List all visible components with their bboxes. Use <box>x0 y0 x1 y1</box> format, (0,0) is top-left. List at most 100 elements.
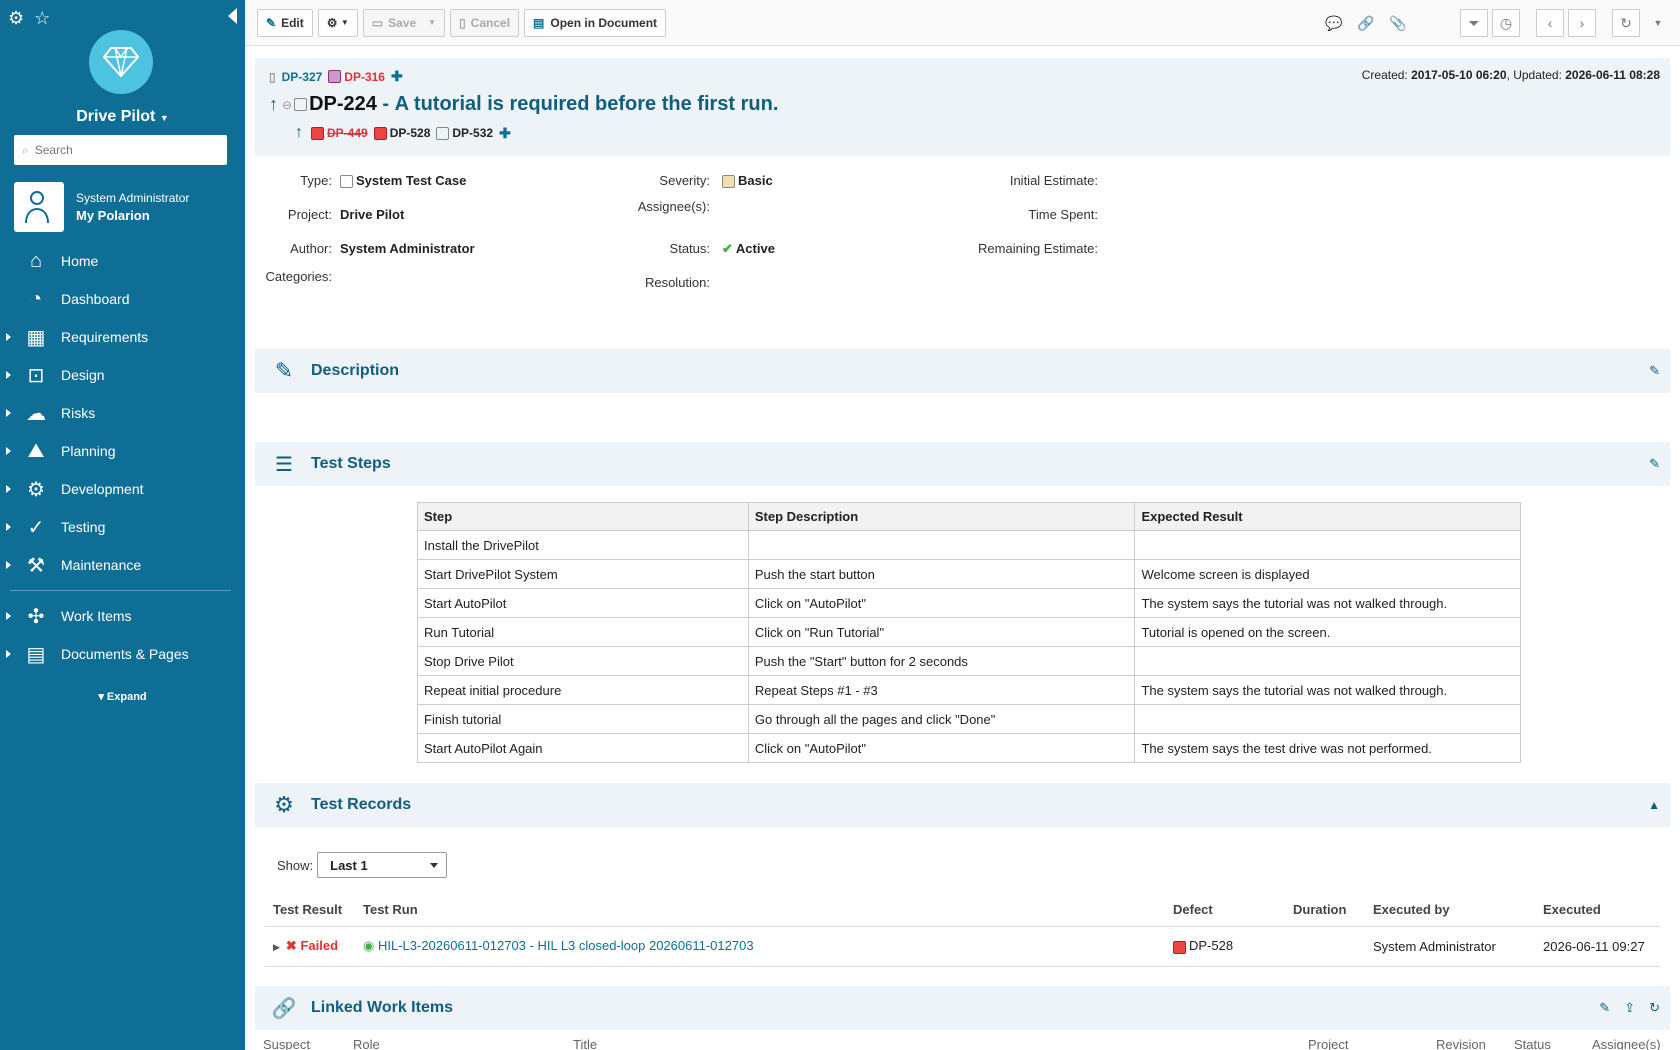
expand-row-icon[interactable]: ▶ <box>273 942 280 952</box>
table-row[interactable]: ▶ ✖ Failed ◉ HIL-L3-20260611-012703 - HIL… <box>265 926 1660 967</box>
expand-button[interactable]: ▾ Expand <box>0 690 245 703</box>
sidebar-item-home[interactable]: ⌂ Home <box>0 242 245 280</box>
sidebar-item-development[interactable]: ⚙ Development <box>0 470 245 508</box>
parent-link[interactable]: DP-327 <box>282 70 323 84</box>
col-executed[interactable]: Executed <box>1535 894 1660 927</box>
severity-value[interactable]: Basic <box>722 173 773 189</box>
refresh-icon[interactable]: ↻ <box>1649 1000 1660 1016</box>
expand-arrow-icon[interactable] <box>6 650 11 658</box>
parent-link[interactable]: DP-316 <box>344 70 385 84</box>
col-suspect[interactable]: Suspect <box>255 1034 345 1050</box>
sidebar-item-testing[interactable]: ✓ Testing <box>0 508 245 546</box>
open-in-document-button[interactable]: ▤ Open in Document <box>524 8 667 37</box>
sidebar: ⚙ ☆ Drive Pilot ▼ ⌕ System Administrator… <box>0 0 245 1050</box>
test-run-link[interactable]: HIL-L3-20260611-012703 - HIL L3 closed-l… <box>378 938 754 953</box>
expand-arrow-icon[interactable] <box>6 523 11 531</box>
test-run-status-icon: ◉ <box>363 938 375 953</box>
project-switcher[interactable]: Drive Pilot ▼ <box>0 108 245 126</box>
expand-arrow-icon[interactable] <box>6 333 11 341</box>
col-role[interactable]: Role <box>345 1034 565 1050</box>
chevron-down-icon[interactable]: ▼ <box>1644 9 1672 37</box>
col-assignees[interactable]: Assignee(s) <box>1584 1034 1670 1050</box>
sidebar-item-work-items[interactable]: ✣ Work Items <box>0 597 245 635</box>
child-link[interactable]: DP-528 <box>390 126 431 140</box>
col-status[interactable]: Status <box>1506 1034 1584 1050</box>
collapse-up-icon[interactable]: ▲ <box>1648 798 1660 812</box>
edit-pencil-icon[interactable]: ✎ <box>1599 1000 1610 1016</box>
add-link-icon[interactable]: ✚ <box>391 68 403 85</box>
avatar[interactable] <box>14 182 64 232</box>
description-section: ✎ Description ✎ <box>255 349 1670 393</box>
star-icon[interactable]: ☆ <box>34 8 50 29</box>
sidebar-item-design[interactable]: ⊡ Design <box>0 356 245 394</box>
comment-icon[interactable]: 💬 <box>1320 9 1348 37</box>
previous-icon[interactable]: ‹ <box>1536 9 1564 37</box>
child-link[interactable]: DP-449 <box>327 126 368 140</box>
type-value[interactable]: System Test Case <box>340 173 466 189</box>
edit-button[interactable]: ✎ Edit <box>257 8 313 37</box>
chevron-down-icon <box>430 863 439 868</box>
nav-separator <box>10 590 231 591</box>
expand-arrow-icon[interactable] <box>6 447 11 455</box>
expand-arrow-icon[interactable] <box>6 371 11 379</box>
up-arrow-icon[interactable]: ↑ <box>295 124 303 142</box>
test-steps-section: ☰ Test Steps ✎ <box>255 442 1670 486</box>
share-icon[interactable]: ⇪ <box>1624 1000 1635 1016</box>
save-button[interactable]: ▭ Save ▼ <box>362 8 446 37</box>
planning-icon: ⛰ <box>27 439 45 462</box>
child-link[interactable]: DP-532 <box>452 126 493 140</box>
next-icon[interactable]: › <box>1568 9 1596 37</box>
gear-icon[interactable]: ⚙ <box>8 8 24 29</box>
chevron-down-icon[interactable]: ▼ <box>428 18 436 27</box>
user-block[interactable]: System Administrator My Polarion <box>14 182 189 232</box>
attachment-icon[interactable]: 📎 <box>1384 9 1412 37</box>
defect-icon <box>1173 940 1186 954</box>
created-label: Created: <box>1361 68 1408 82</box>
col-test-result[interactable]: Test Result <box>265 894 355 927</box>
history-icon[interactable]: ◷ <box>1492 9 1520 37</box>
filter-icon[interactable]: ⏷ <box>1460 9 1488 37</box>
col-project[interactable]: Project <box>1300 1034 1428 1050</box>
sidebar-item-dashboard[interactable]: ◔ Dashboard <box>0 280 245 318</box>
search-input[interactable] <box>34 143 205 157</box>
project-logo-diamond-icon[interactable] <box>89 30 153 94</box>
col-executed-by[interactable]: Executed by <box>1365 894 1535 927</box>
edit-pencil-icon[interactable]: ✎ <box>1649 363 1660 379</box>
actions-button[interactable]: ⚙ ▼ <box>317 8 358 37</box>
add-link-icon[interactable]: ✚ <box>499 125 511 142</box>
table-row: Start AutoPilot Click on "AutoPilot" The s… <box>417 588 1521 618</box>
sidebar-item-maintenance[interactable]: ⚒ Maintenance <box>0 546 245 584</box>
status-value[interactable]: ✔ Active <box>722 241 775 257</box>
refresh-icon[interactable]: ↻ <box>1612 9 1640 37</box>
my-polarion-link[interactable]: My Polarion <box>76 208 189 223</box>
expand-arrow-icon[interactable] <box>6 485 11 493</box>
col-revision[interactable]: Revision <box>1428 1034 1506 1050</box>
show-select[interactable]: Last 1 <box>317 852 448 878</box>
edit-pencil-icon[interactable]: ✎ <box>1649 456 1660 472</box>
duration <box>1285 926 1365 967</box>
col-title[interactable]: Title <box>565 1034 1300 1050</box>
collapse-sidebar-icon[interactable] <box>228 8 237 24</box>
sidebar-item-label: Work Items <box>61 608 132 624</box>
main-panel: ✎ Edit ⚙ ▼ ▭ Save ▼ ▯ Cancel ▤ Open in Docume… <box>245 0 1680 1050</box>
up-arrow-icon[interactable]: ↑ <box>269 94 278 115</box>
sidebar-item-documents-pages[interactable]: ▤ Documents & Pages <box>0 635 245 673</box>
development-icon: ⚙ <box>27 478 45 501</box>
expand-arrow-icon[interactable] <box>6 561 11 569</box>
sidebar-item-risks[interactable]: ☁ Risks <box>0 394 245 432</box>
defect-link[interactable]: DP-528 <box>1189 938 1233 953</box>
sidebar-item-requirements[interactable]: ▦ Requirements <box>0 318 245 356</box>
cancel-button[interactable]: ▯ Cancel <box>450 8 520 37</box>
show-label: Show: <box>277 857 314 873</box>
col-duration[interactable]: Duration <box>1285 894 1365 927</box>
parent-links: ▯ DP-327 DP-316 ✚ <box>269 68 403 85</box>
expand-arrow-icon[interactable] <box>6 612 11 620</box>
expand-arrow-icon[interactable] <box>6 409 11 417</box>
sidebar-item-planning[interactable]: ⛰ Planning <box>0 432 245 470</box>
col-test-run[interactable]: Test Run <box>355 894 1165 927</box>
col-defect[interactable]: Defect <box>1165 894 1285 927</box>
sidebar-search[interactable]: ⌕ <box>14 135 227 165</box>
table-cell: Stop Drive Pilot <box>417 646 749 676</box>
link-icon[interactable]: 🔗 <box>1352 9 1380 37</box>
table-cell: Finish tutorial <box>417 704 749 734</box>
